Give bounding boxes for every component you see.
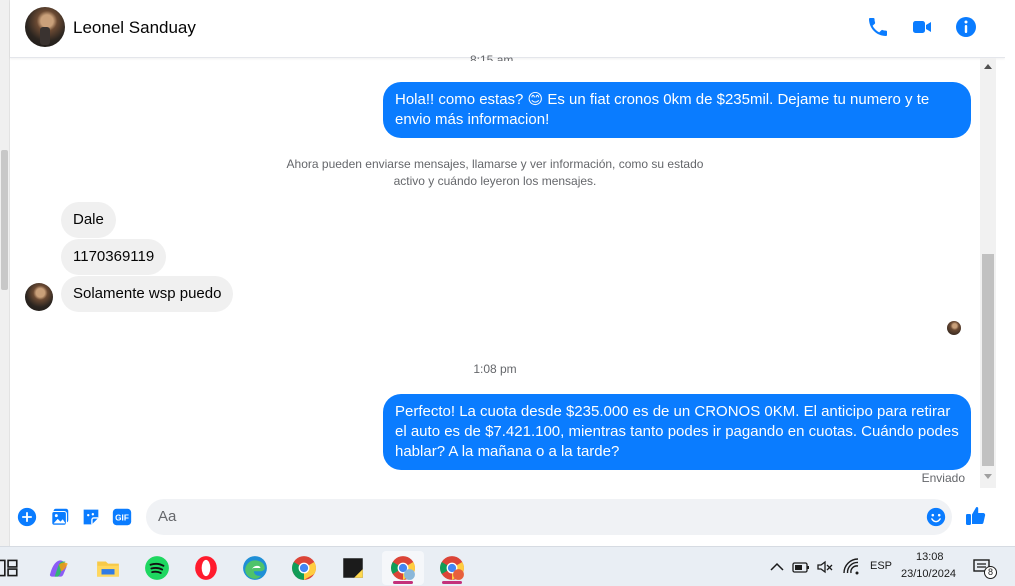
- sticker-icon[interactable]: [80, 506, 102, 528]
- info-icon[interactable]: [954, 15, 978, 39]
- contact-name[interactable]: Leonel Sanduay: [73, 18, 196, 38]
- task-view-button[interactable]: [0, 551, 28, 585]
- phone-icon[interactable]: [866, 15, 890, 39]
- file-explorer-app[interactable]: [87, 551, 129, 585]
- system-notice: Ahora pueden enviarse mensajes, llamarse…: [286, 157, 704, 188]
- video-icon[interactable]: [910, 15, 934, 39]
- timestamp: 1:08 pm: [473, 362, 517, 376]
- outgoing-message[interactable]: Perfecto! La cuota desde $235.000 es de …: [383, 394, 971, 470]
- message-input[interactable]: [146, 499, 952, 535]
- incoming-message[interactable]: Solamente wsp puedo: [61, 276, 234, 312]
- incoming-message[interactable]: 1170369119: [61, 239, 167, 275]
- svg-text:GIF: GIF: [115, 514, 129, 523]
- scroll-down-arrow[interactable]: [984, 474, 992, 479]
- plus-icon[interactable]: [16, 506, 38, 528]
- windows-taskbar: ESP 13:08 23/10/2024 8: [0, 546, 1015, 586]
- chrome-app[interactable]: [283, 551, 325, 585]
- volume-muted-icon[interactable]: [816, 558, 834, 576]
- chat-header: Leonel Sanduay: [10, 0, 1005, 58]
- contact-avatar[interactable]: [25, 7, 65, 47]
- right-edge: [1005, 0, 1015, 546]
- scroll-thumb[interactable]: [982, 254, 994, 466]
- left-scroll-gutter[interactable]: [0, 0, 10, 546]
- gif-icon[interactable]: GIF: [111, 506, 133, 528]
- clock-time[interactable]: 13:08: [916, 551, 944, 563]
- like-icon[interactable]: [964, 504, 988, 528]
- copilot-app[interactable]: [38, 551, 80, 585]
- opera-app[interactable]: [185, 551, 227, 585]
- message-composer: GIF: [10, 490, 1005, 546]
- battery-icon[interactable]: [792, 558, 810, 576]
- clock-date[interactable]: 23/10/2024: [901, 568, 956, 580]
- messenger-window: Leonel Sanduay 8:15 am Hola!! como estas…: [0, 0, 1015, 586]
- partial-timestamp: 8:15 am: [470, 53, 514, 61]
- chevron-up-icon[interactable]: [768, 558, 786, 576]
- chrome-profile-1-app[interactable]: [382, 551, 424, 585]
- wifi-icon[interactable]: [842, 558, 860, 576]
- chrome-profile-2-app[interactable]: [431, 551, 473, 585]
- gallery-icon[interactable]: [49, 506, 71, 528]
- read-receipt-avatar: [947, 321, 961, 335]
- left-scroll-thumb[interactable]: [1, 150, 8, 290]
- scroll-up-arrow[interactable]: [984, 64, 992, 69]
- emoji-icon[interactable]: [925, 506, 947, 528]
- messages-scrollbar[interactable]: [980, 58, 996, 488]
- sticky-notes-app[interactable]: [332, 551, 374, 585]
- edge-app[interactable]: [234, 551, 276, 585]
- outgoing-message[interactable]: Hola!! como estas? 😊 Es un fiat cronos 0…: [383, 82, 971, 138]
- spotify-app[interactable]: [136, 551, 178, 585]
- delivery-status: Enviado: [921, 471, 965, 485]
- language-indicator[interactable]: ESP: [870, 560, 892, 572]
- sender-avatar[interactable]: [25, 283, 53, 311]
- notification-badge: 8: [984, 566, 997, 579]
- incoming-message[interactable]: Dale: [61, 202, 116, 238]
